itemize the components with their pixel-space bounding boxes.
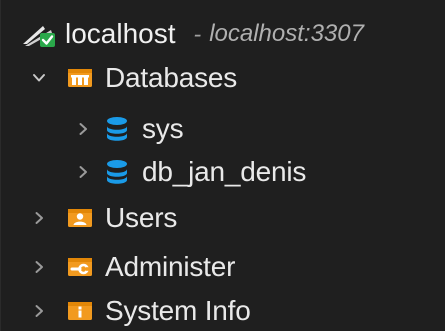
chevron-right-icon[interactable] xyxy=(74,120,92,138)
chevron-right-icon[interactable] xyxy=(30,258,48,276)
tree-item-users[interactable]: Users xyxy=(1,197,445,239)
tree-item-label: db_jan_denis xyxy=(142,156,307,187)
database-icon xyxy=(106,116,128,142)
tree-item-label: Administer xyxy=(105,251,236,282)
chevron-down-icon[interactable] xyxy=(30,69,48,87)
database-icon xyxy=(106,159,128,185)
system-info-folder-icon xyxy=(67,300,93,322)
tree-item-database-db-jan-denis[interactable]: db_jan_denis xyxy=(1,151,445,193)
tree-item-databases[interactable]: Databases xyxy=(1,57,445,99)
server-name: localhost xyxy=(65,18,176,49)
server-node[interactable]: localhost - localhost:3307 xyxy=(1,11,445,57)
chevron-right-icon[interactable] xyxy=(30,209,48,227)
tree-item-system-info[interactable]: System Info xyxy=(1,290,445,331)
tree-item-database-sys[interactable]: sys xyxy=(1,108,445,150)
server-connected-icon xyxy=(21,20,57,48)
tree-item-administer[interactable]: Administer xyxy=(1,246,445,288)
tree-item-label: Users xyxy=(105,202,178,233)
chevron-right-icon[interactable] xyxy=(30,302,48,320)
tree-item-label: System Info xyxy=(105,295,251,326)
administer-folder-icon xyxy=(67,256,93,278)
server-separator: - xyxy=(193,20,202,47)
databases-folder-icon xyxy=(67,67,93,89)
server-host: localhost:3307 xyxy=(209,20,364,47)
tree-item-label: sys xyxy=(142,113,184,144)
tree-item-label: Databases xyxy=(105,62,238,93)
chevron-right-icon[interactable] xyxy=(74,163,92,181)
database-explorer-tree: localhost - localhost:3307 Databases sys… xyxy=(0,0,445,331)
users-folder-icon xyxy=(67,207,93,229)
